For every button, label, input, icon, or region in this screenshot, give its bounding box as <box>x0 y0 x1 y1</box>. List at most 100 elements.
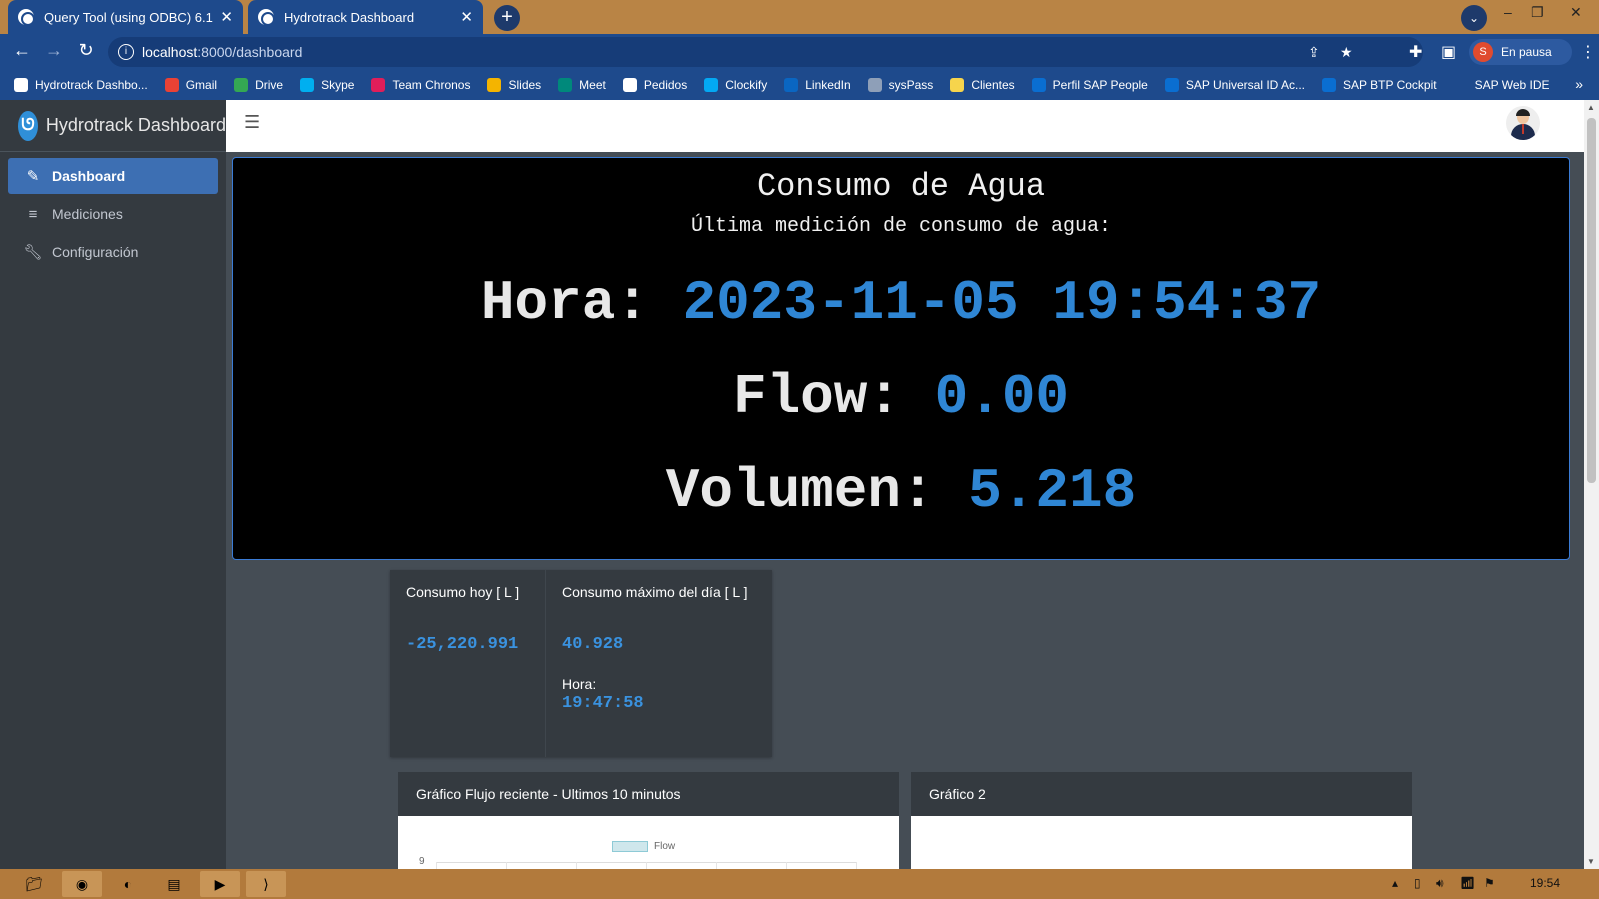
chart-gridline <box>646 862 647 869</box>
hamburger-menu-icon[interactable]: ☰ <box>244 112 260 133</box>
back-button[interactable]: ← <box>10 40 34 61</box>
bookmark-favicon-icon <box>164 78 179 92</box>
edit-icon: ✎ <box>26 168 40 185</box>
bookmark-item[interactable]: Drive <box>234 78 283 92</box>
legend-swatch <box>612 841 648 852</box>
chart-gridline <box>786 862 787 869</box>
globe-icon <box>258 9 275 26</box>
scroll-up-icon[interactable]: ▲ <box>1587 103 1595 112</box>
globe-icon <box>18 9 35 26</box>
browser-menu-icon[interactable]: ⋮ <box>1580 42 1596 62</box>
consumo-hoy-column: Consumo hoy [ L ] -25,220.991 <box>390 570 546 757</box>
max-hora-label: Hora: <box>562 676 597 692</box>
wifi-icon[interactable]: 📶︎ <box>1460 876 1475 890</box>
sidebar-item-configuracion[interactable]: 🔧︎ Configuración <box>8 234 218 270</box>
consumo-max-value: 40.928 <box>562 635 624 654</box>
network-icon[interactable]: ⚑ <box>1484 876 1495 890</box>
firefox-icon[interactable]: ◐ <box>108 871 148 897</box>
scrollbar-thumb[interactable] <box>1587 118 1596 483</box>
user-avatar[interactable] <box>1506 106 1540 140</box>
bookmark-label: Slides <box>508 78 542 92</box>
reload-button[interactable]: ↻ <box>74 40 98 61</box>
minimize-button[interactable]: – <box>1504 4 1512 20</box>
close-tab-icon[interactable]: ✕ <box>460 8 473 26</box>
bookmark-favicon-icon <box>1164 78 1179 92</box>
bookmark-item[interactable]: SAP Universal ID Ac... <box>1164 78 1305 92</box>
new-tab-button[interactable]: + <box>494 5 520 31</box>
bookmark-item[interactable]: Gmail <box>164 78 217 92</box>
bookmark-item[interactable]: Hydrotrack Dashbo... <box>14 78 148 92</box>
tab-search-button[interactable]: ⌄ <box>1461 5 1487 31</box>
consumo-hoy-header: Consumo hoy [ L ] <box>406 584 520 600</box>
page-scrollbar[interactable]: ▲ ▼ <box>1584 100 1599 869</box>
sidebar-nav: ✎ Dashboard ≡ Mediciones 🔧︎ Configuració… <box>0 152 226 278</box>
bookmark-favicon-icon <box>1031 78 1046 92</box>
site-info-icon[interactable]: i <box>118 44 134 60</box>
extensions-icon[interactable]: ✚ <box>1409 42 1422 62</box>
bookmark-item[interactable]: SAP Web IDE <box>1453 78 1550 92</box>
tab-title: Hydrotrack Dashboard <box>284 9 415 25</box>
address-bar[interactable]: i localhost:8000/dashboard ⇪ ★ <box>108 37 1423 67</box>
bookmark-label: Perfil SAP People <box>1052 78 1148 92</box>
bookmark-item[interactable]: Pedidos <box>622 78 688 92</box>
bookmark-item[interactable]: Clockify <box>704 78 767 92</box>
notepad-icon[interactable]: ▤ <box>154 871 194 897</box>
legend-label: Flow <box>654 841 676 852</box>
share-icon[interactable]: ⇪ <box>1308 37 1320 67</box>
bookmark-item[interactable]: Perfil SAP People <box>1031 78 1148 92</box>
bookmark-label: SAP Web IDE <box>1474 78 1550 92</box>
device-icon[interactable]: ▯ <box>1414 876 1421 890</box>
chart-gridline <box>856 862 857 869</box>
scroll-down-icon[interactable]: ▼ <box>1587 857 1595 866</box>
hora-value: 2023-11-05 19:54:37 <box>682 271 1322 335</box>
tray-overflow-icon[interactable]: ▴ <box>1392 876 1398 890</box>
bookmark-label: Meet <box>579 78 606 92</box>
bookmark-item[interactable]: Team Chronos <box>371 78 470 92</box>
file-explorer-icon[interactable]: 📁︎ <box>14 871 54 897</box>
bookmark-label: sysPass <box>888 78 934 92</box>
consumo-hoy-value: -25,220.991 <box>406 635 519 654</box>
browser-toolbar: ← → ↻ i localhost:8000/dashboard ⇪ ★ ✚ ▣… <box>0 34 1599 70</box>
volume-icon[interactable]: 🔊︎ <box>1436 876 1444 891</box>
close-window-button[interactable]: ✕ <box>1570 4 1582 21</box>
taskbar-clock[interactable]: 19:54 <box>1530 876 1560 890</box>
chart-legend[interactable]: Flow <box>612 841 675 852</box>
bookmark-item[interactable]: Slides <box>487 78 541 92</box>
bookmark-item[interactable]: Clientes <box>950 78 1015 92</box>
bookmark-label: Clientes <box>971 78 1015 92</box>
hydrotrack-logo-icon: ᘎ <box>18 110 38 141</box>
flow-row: Flow: 0.00 <box>233 352 1569 442</box>
profile-button[interactable]: S En pausa <box>1469 39 1572 65</box>
chrome-icon[interactable]: ◉ <box>62 871 102 897</box>
bookmark-item[interactable]: LinkedIn <box>784 78 851 92</box>
sidebar-item-mediciones[interactable]: ≡ Mediciones <box>8 196 218 232</box>
bookmark-label: SAP Universal ID Ac... <box>1185 78 1305 92</box>
vscode-icon[interactable]: ⟩ <box>246 871 286 897</box>
bookmark-item[interactable]: SAP BTP Cockpit <box>1322 78 1437 92</box>
bookmark-label: Skype <box>321 78 355 92</box>
bookmark-item[interactable]: sysPass <box>867 78 934 92</box>
bookmark-favicon-icon <box>14 78 28 92</box>
sidebar-item-dashboard[interactable]: ✎ Dashboard <box>8 158 218 194</box>
consumo-max-column: Consumo máximo del día [ L ] 40.928 Hora… <box>546 570 772 757</box>
profile-avatar: S <box>1473 42 1493 62</box>
bookmark-favicon-icon <box>950 78 965 92</box>
tab-query-tool[interactable]: Query Tool (using ODBC) 6.1 Rea ✕ <box>8 0 243 34</box>
brand-link[interactable]: ᘎ Hydrotrack Dashboard <box>0 100 226 152</box>
bookmark-label: Pedidos <box>643 78 688 92</box>
profile-status: En pausa <box>1501 45 1552 59</box>
panel-subtitle: Última medición de consumo de agua: <box>690 215 1112 238</box>
bookmark-item[interactable]: Skype <box>300 78 354 92</box>
bookmark-item[interactable]: Meet <box>558 78 606 92</box>
bookmark-favicon-icon <box>558 78 573 92</box>
list-icon: ≡ <box>28 205 38 223</box>
forward-button[interactable]: → <box>42 40 66 61</box>
tab-hydrotrack[interactable]: Hydrotrack Dashboard ✕ <box>248 0 483 34</box>
side-panel-icon[interactable]: ▣ <box>1441 42 1456 62</box>
volumen-value: 5.218 <box>968 459 1137 523</box>
app-icon[interactable]: ▶ <box>200 871 240 897</box>
bookmark-star-icon[interactable]: ★ <box>1340 37 1353 67</box>
close-tab-icon[interactable]: ✕ <box>220 8 233 26</box>
bookmarks-overflow-button[interactable]: » <box>1575 76 1583 92</box>
restore-button[interactable]: ❐ <box>1531 4 1544 21</box>
